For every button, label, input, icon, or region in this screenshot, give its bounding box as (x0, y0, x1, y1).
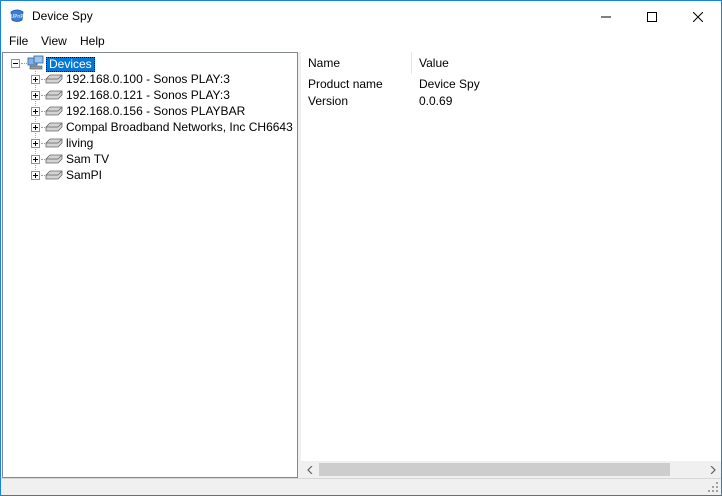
horizontal-scrollbar[interactable] (301, 461, 721, 478)
device-icon (45, 122, 63, 132)
minimize-icon (601, 16, 611, 17)
tree-node-root[interactable]: Devices (3, 55, 293, 72)
menu-file[interactable]: File (7, 34, 30, 48)
list-row[interactable]: Version 0.0.69 (301, 93, 721, 110)
svg-text:UPnP: UPnP (11, 14, 24, 20)
property-value: 0.0.69 (419, 94, 453, 108)
expand-toggle[interactable] (31, 75, 40, 84)
column-header-name[interactable]: Name (301, 52, 412, 74)
device-icon (45, 106, 63, 116)
network-devices-icon (27, 55, 44, 70)
device-icon (45, 90, 63, 100)
collapse-toggle[interactable] (11, 59, 20, 68)
tree-node-label[interactable]: 192.168.0.156 - Sonos PLAYBAR (66, 104, 245, 119)
chevron-right-icon (710, 465, 716, 474)
upnp-app-icon: UPnP (9, 9, 25, 23)
resize-grip-icon[interactable] (707, 481, 719, 493)
tree-node-label[interactable]: Devices (46, 57, 95, 72)
tree-node-device[interactable]: Sam TV (3, 152, 293, 168)
expand-toggle[interactable] (31, 139, 40, 148)
tree-node-device[interactable]: living (3, 136, 293, 152)
menu-help[interactable]: Help (78, 34, 107, 48)
expand-toggle[interactable] (31, 171, 40, 180)
tree-node-device[interactable]: SamPI (3, 168, 293, 184)
list-row[interactable]: Product name Device Spy (301, 76, 721, 93)
tree-node-device[interactable]: 192.168.0.121 - Sonos PLAY:3 (3, 88, 293, 104)
column-header-value[interactable]: Value (412, 52, 721, 74)
device-spy-window: UPnP Device Spy File View Help Devices 1… (0, 0, 722, 496)
tree-node-label[interactable]: 192.168.0.100 - Sonos PLAY:3 (66, 72, 230, 87)
device-icon (45, 138, 63, 148)
property-value: Device Spy (419, 77, 480, 91)
property-name: Product name (308, 77, 383, 91)
property-name: Version (308, 94, 349, 108)
device-icon (45, 154, 63, 164)
tree-node-device[interactable]: Compal Broadband Networks, Inc CH6643 (3, 120, 293, 136)
device-tree[interactable]: Devices 192.168.0.100 - Sonos PLAY:3 192… (2, 52, 298, 478)
tree-node-label[interactable]: Compal Broadband Networks, Inc CH6643 (66, 120, 293, 135)
scroll-thumb[interactable] (319, 463, 670, 476)
expand-toggle[interactable] (31, 123, 40, 132)
tree-node-label[interactable]: 192.168.0.121 - Sonos PLAY:3 (66, 88, 230, 103)
minimize-button[interactable] (583, 1, 629, 32)
chevron-left-icon (306, 465, 312, 474)
title-bar[interactable]: UPnP Device Spy (1, 1, 721, 32)
scroll-left-button[interactable] (301, 461, 318, 478)
properties-list[interactable]: Name Value Product name Device Spy Versi… (301, 52, 721, 478)
menu-bar: File View Help (1, 32, 721, 52)
expand-toggle[interactable] (31, 155, 40, 164)
maximize-button[interactable] (629, 1, 675, 32)
tree-node-label[interactable]: Sam TV (66, 152, 109, 167)
expand-toggle[interactable] (31, 107, 40, 116)
device-icon (45, 170, 63, 180)
close-icon (693, 11, 703, 22)
scroll-right-button[interactable] (704, 461, 721, 478)
device-icon (45, 74, 63, 84)
maximize-icon (647, 11, 657, 22)
menu-view[interactable]: View (39, 34, 69, 48)
status-bar (1, 478, 721, 495)
window-title: Device Spy (32, 9, 93, 23)
tree-node-device[interactable]: 192.168.0.156 - Sonos PLAYBAR (3, 104, 293, 120)
tree-node-label[interactable]: SamPI (66, 168, 102, 183)
expand-toggle[interactable] (31, 91, 40, 100)
tree-node-device[interactable]: 192.168.0.100 - Sonos PLAY:3 (3, 72, 293, 88)
tree-node-label[interactable]: living (66, 136, 93, 151)
close-button[interactable] (675, 1, 721, 32)
